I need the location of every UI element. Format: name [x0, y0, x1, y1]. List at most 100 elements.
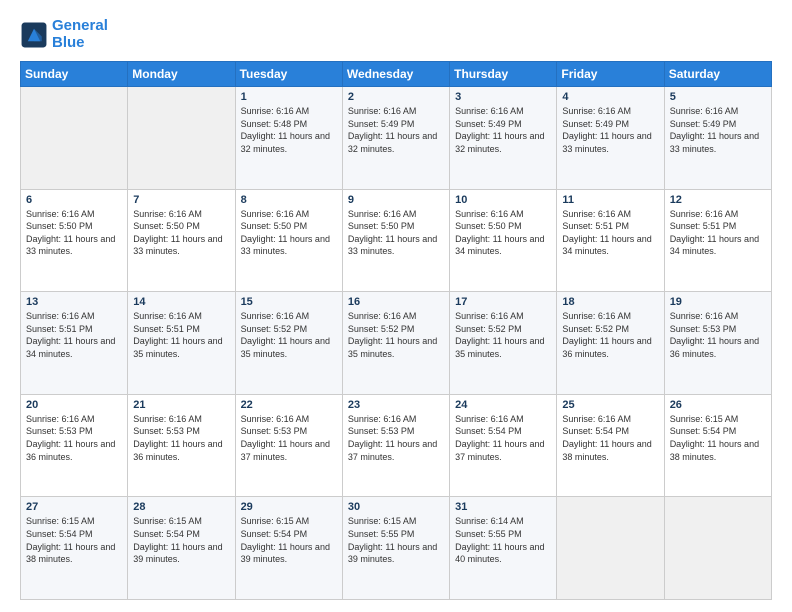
cell-info: Sunrise: 6:16 AM Sunset: 5:53 PM Dayligh…	[241, 413, 337, 463]
calendar-cell	[21, 87, 128, 190]
cell-info: Sunrise: 6:15 AM Sunset: 5:54 PM Dayligh…	[241, 515, 337, 565]
calendar-cell: 7 Sunrise: 6:16 AM Sunset: 5:50 PM Daylig…	[128, 189, 235, 292]
day-number: 29	[241, 501, 337, 513]
cell-info: Sunrise: 6:14 AM Sunset: 5:55 PM Dayligh…	[455, 515, 551, 565]
calendar-header-wednesday: Wednesday	[342, 62, 449, 87]
calendar-cell: 5 Sunrise: 6:16 AM Sunset: 5:49 PM Daylig…	[664, 87, 771, 190]
calendar-week-row: 6 Sunrise: 6:16 AM Sunset: 5:50 PM Daylig…	[21, 189, 772, 292]
day-number: 30	[348, 501, 444, 513]
cell-info: Sunrise: 6:16 AM Sunset: 5:54 PM Dayligh…	[562, 413, 658, 463]
day-number: 5	[670, 91, 766, 103]
day-number: 15	[241, 296, 337, 308]
calendar-cell: 26 Sunrise: 6:15 AM Sunset: 5:54 PM Dayli…	[664, 394, 771, 497]
cell-info: Sunrise: 6:16 AM Sunset: 5:49 PM Dayligh…	[562, 105, 658, 155]
logo-name: General	[52, 18, 108, 35]
calendar-cell: 1 Sunrise: 6:16 AM Sunset: 5:48 PM Daylig…	[235, 87, 342, 190]
calendar-cell: 10Sunrise: 6:16 AM Sunset: 5:50 PM Dayli…	[450, 189, 557, 292]
cell-info: Sunrise: 6:16 AM Sunset: 5:51 PM Dayligh…	[26, 310, 122, 360]
calendar-header-saturday: Saturday	[664, 62, 771, 87]
calendar-header-thursday: Thursday	[450, 62, 557, 87]
calendar-week-row: 27Sunrise: 6:15 AM Sunset: 5:54 PM Dayli…	[21, 497, 772, 600]
calendar-cell: 29 Sunrise: 6:15 AM Sunset: 5:54 PM Dayli…	[235, 497, 342, 600]
day-number: 14	[133, 296, 229, 308]
day-number: 31	[455, 501, 551, 513]
calendar-cell: 6 Sunrise: 6:16 AM Sunset: 5:50 PM Daylig…	[21, 189, 128, 292]
cell-info: Sunrise: 6:16 AM Sunset: 5:51 PM Dayligh…	[670, 208, 766, 258]
cell-info: Sunrise: 6:16 AM Sunset: 5:50 PM Dayligh…	[133, 208, 229, 258]
day-number: 26	[670, 399, 766, 411]
page: General Blue SundayMondayTuesdayWednesda…	[0, 0, 792, 612]
day-number: 25	[562, 399, 658, 411]
cell-info: Sunrise: 6:16 AM Sunset: 5:53 PM Dayligh…	[348, 413, 444, 463]
calendar-cell: 20 Sunrise: 6:16 AM Sunset: 5:53 PM Dayli…	[21, 394, 128, 497]
cell-info: Sunrise: 6:15 AM Sunset: 5:54 PM Dayligh…	[670, 413, 766, 463]
calendar-cell: 27Sunrise: 6:15 AM Sunset: 5:54 PM Dayli…	[21, 497, 128, 600]
cell-info: Sunrise: 6:16 AM Sunset: 5:50 PM Dayligh…	[348, 208, 444, 258]
calendar-cell: 11 Sunrise: 6:16 AM Sunset: 5:51 PM Dayli…	[557, 189, 664, 292]
calendar-header-tuesday: Tuesday	[235, 62, 342, 87]
logo-blue: Blue	[52, 35, 108, 52]
calendar-cell	[128, 87, 235, 190]
day-number: 20	[26, 399, 122, 411]
header: General Blue	[20, 18, 772, 51]
calendar-header-row: SundayMondayTuesdayWednesdayThursdayFrid…	[21, 62, 772, 87]
day-number: 2	[348, 91, 444, 103]
cell-info: Sunrise: 6:16 AM Sunset: 5:48 PM Dayligh…	[241, 105, 337, 155]
cell-info: Sunrise: 6:16 AM Sunset: 5:52 PM Dayligh…	[348, 310, 444, 360]
day-number: 18	[562, 296, 658, 308]
day-number: 24	[455, 399, 551, 411]
calendar-cell	[664, 497, 771, 600]
calendar-week-row: 1 Sunrise: 6:16 AM Sunset: 5:48 PM Daylig…	[21, 87, 772, 190]
calendar-cell: 16Sunrise: 6:16 AM Sunset: 5:52 PM Dayli…	[342, 292, 449, 395]
cell-info: Sunrise: 6:16 AM Sunset: 5:52 PM Dayligh…	[241, 310, 337, 360]
cell-info: Sunrise: 6:16 AM Sunset: 5:54 PM Dayligh…	[455, 413, 551, 463]
cell-info: Sunrise: 6:16 AM Sunset: 5:50 PM Dayligh…	[26, 208, 122, 258]
cell-info: Sunrise: 6:16 AM Sunset: 5:51 PM Dayligh…	[133, 310, 229, 360]
day-number: 23	[348, 399, 444, 411]
cell-info: Sunrise: 6:16 AM Sunset: 5:52 PM Dayligh…	[455, 310, 551, 360]
calendar-cell: 3 Sunrise: 6:16 AM Sunset: 5:49 PM Daylig…	[450, 87, 557, 190]
calendar-week-row: 20 Sunrise: 6:16 AM Sunset: 5:53 PM Dayli…	[21, 394, 772, 497]
calendar-cell: 18 Sunrise: 6:16 AM Sunset: 5:52 PM Dayli…	[557, 292, 664, 395]
day-number: 22	[241, 399, 337, 411]
calendar-cell: 14 Sunrise: 6:16 AM Sunset: 5:51 PM Dayli…	[128, 292, 235, 395]
day-number: 17	[455, 296, 551, 308]
day-number: 7	[133, 194, 229, 206]
day-number: 11	[562, 194, 658, 206]
cell-info: Sunrise: 6:16 AM Sunset: 5:50 PM Dayligh…	[241, 208, 337, 258]
calendar-cell	[557, 497, 664, 600]
day-number: 9	[348, 194, 444, 206]
logo-icon	[20, 21, 48, 49]
cell-info: Sunrise: 6:16 AM Sunset: 5:49 PM Dayligh…	[455, 105, 551, 155]
day-number: 8	[241, 194, 337, 206]
day-number: 6	[26, 194, 122, 206]
calendar-header-sunday: Sunday	[21, 62, 128, 87]
cell-info: Sunrise: 6:15 AM Sunset: 5:54 PM Dayligh…	[133, 515, 229, 565]
day-number: 3	[455, 91, 551, 103]
cell-info: Sunrise: 6:16 AM Sunset: 5:49 PM Dayligh…	[348, 105, 444, 155]
calendar-cell: 17 Sunrise: 6:16 AM Sunset: 5:52 PM Dayli…	[450, 292, 557, 395]
cell-info: Sunrise: 6:16 AM Sunset: 5:52 PM Dayligh…	[562, 310, 658, 360]
calendar-cell: 12 Sunrise: 6:16 AM Sunset: 5:51 PM Dayli…	[664, 189, 771, 292]
calendar-cell: 23 Sunrise: 6:16 AM Sunset: 5:53 PM Dayli…	[342, 394, 449, 497]
cell-info: Sunrise: 6:16 AM Sunset: 5:51 PM Dayligh…	[562, 208, 658, 258]
calendar-cell: 28Sunrise: 6:15 AM Sunset: 5:54 PM Dayli…	[128, 497, 235, 600]
day-number: 10	[455, 194, 551, 206]
day-number: 13	[26, 296, 122, 308]
calendar-cell: 31 Sunrise: 6:14 AM Sunset: 5:55 PM Dayli…	[450, 497, 557, 600]
cell-info: Sunrise: 6:15 AM Sunset: 5:54 PM Dayligh…	[26, 515, 122, 565]
day-number: 4	[562, 91, 658, 103]
calendar-cell: 4 Sunrise: 6:16 AM Sunset: 5:49 PM Daylig…	[557, 87, 664, 190]
day-number: 12	[670, 194, 766, 206]
calendar-cell: 30 Sunrise: 6:15 AM Sunset: 5:55 PM Dayli…	[342, 497, 449, 600]
cell-info: Sunrise: 6:16 AM Sunset: 5:49 PM Dayligh…	[670, 105, 766, 155]
calendar-cell: 13 Sunrise: 6:16 AM Sunset: 5:51 PM Dayli…	[21, 292, 128, 395]
cell-info: Sunrise: 6:16 AM Sunset: 5:53 PM Dayligh…	[26, 413, 122, 463]
cell-info: Sunrise: 6:16 AM Sunset: 5:53 PM Dayligh…	[133, 413, 229, 463]
calendar-cell: 8 Sunrise: 6:16 AM Sunset: 5:50 PM Daylig…	[235, 189, 342, 292]
day-number: 1	[241, 91, 337, 103]
calendar-cell: 25 Sunrise: 6:16 AM Sunset: 5:54 PM Dayli…	[557, 394, 664, 497]
cell-info: Sunrise: 6:15 AM Sunset: 5:55 PM Dayligh…	[348, 515, 444, 565]
calendar-table: SundayMondayTuesdayWednesdayThursdayFrid…	[20, 61, 772, 600]
calendar-cell: 24 Sunrise: 6:16 AM Sunset: 5:54 PM Dayli…	[450, 394, 557, 497]
